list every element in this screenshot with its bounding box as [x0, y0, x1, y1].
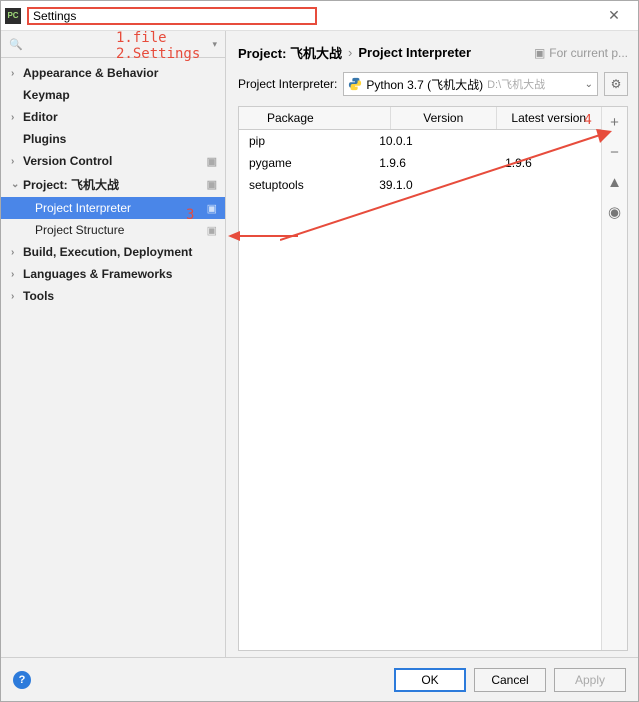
search-icon [9, 37, 27, 51]
table-body: pip 10.0.1 pygame 1.9.6 1.9.6 setuptools… [239, 130, 601, 650]
scope-indicator: ▣For current p... [534, 46, 628, 60]
search-input[interactable] [27, 37, 213, 51]
help-button[interactable]: ? [13, 671, 31, 689]
tree-tools[interactable]: ›Tools [1, 285, 225, 307]
breadcrumb-page: Project Interpreter [358, 45, 471, 60]
python-icon [348, 77, 362, 91]
apply-button[interactable]: Apply [554, 668, 626, 692]
minus-icon: − [610, 144, 619, 161]
col-latest[interactable]: Latest version [497, 107, 601, 129]
search-row: ▾ [1, 31, 225, 58]
tree-lang[interactable]: ›Languages & Frameworks [1, 263, 225, 285]
interpreter-select[interactable]: Python 3.7 (飞机大战) D:\飞机大战 ⌄ [343, 72, 598, 96]
packages-table: Package Version Latest version pip 10.0.… [238, 106, 628, 651]
sidebar: ▾ ›Appearance & Behavior Keymap ›Editor … [1, 31, 226, 657]
interpreter-path: D:\飞机大战 [487, 76, 545, 92]
up-triangle-icon: ▲ [607, 174, 622, 191]
table-row[interactable]: pygame 1.9.6 1.9.6 [239, 152, 601, 174]
ok-button[interactable]: OK [394, 668, 466, 692]
tree-plugins[interactable]: Plugins [1, 128, 225, 150]
table-header: Package Version Latest version [239, 107, 601, 130]
scope-badge-icon: ▣ [534, 46, 545, 60]
tree-editor[interactable]: ›Editor [1, 106, 225, 128]
footer: ? OK Cancel Apply [1, 657, 638, 701]
tree-keymap[interactable]: Keymap [1, 84, 225, 106]
plus-icon: + [610, 114, 619, 131]
gear-button[interactable]: ⚙ [604, 72, 628, 96]
col-version[interactable]: Version [391, 107, 496, 129]
app-icon: PC [5, 8, 21, 24]
breadcrumb: Project: 飞机大战 › Project Interpreter ▣For… [238, 39, 628, 72]
table-row[interactable]: setuptools 39.1.0 [239, 174, 601, 196]
tree-appearance[interactable]: ›Appearance & Behavior [1, 62, 225, 84]
window-title: Settings [27, 7, 317, 25]
tree-project[interactable]: ⌄Project: 飞机大战▣ [1, 172, 225, 197]
add-package-button[interactable]: + [606, 113, 624, 131]
body: ▾ ›Appearance & Behavior Keymap ›Editor … [1, 31, 638, 657]
chevron-down-icon: ⌄ [585, 79, 593, 90]
show-early-button[interactable]: ◉ [606, 203, 624, 221]
tree-project-structure[interactable]: Project Structure▣ [1, 219, 225, 241]
table-area: Package Version Latest version pip 10.0.… [239, 107, 601, 650]
settings-tree: ›Appearance & Behavior Keymap ›Editor Pl… [1, 58, 225, 657]
search-dropdown-icon[interactable]: ▾ [212, 39, 217, 50]
tree-build[interactable]: ›Build, Execution, Deployment [1, 241, 225, 263]
scope-badge-icon: ▣ [207, 178, 217, 191]
remove-package-button[interactable]: − [606, 143, 624, 161]
interpreter-label: Project Interpreter: [238, 77, 337, 91]
upgrade-package-button[interactable]: ▲ [606, 173, 624, 191]
package-tools: + − ▲ ◉ [601, 107, 627, 650]
col-package[interactable]: Package [239, 107, 391, 129]
cancel-button[interactable]: Cancel [474, 668, 546, 692]
main-panel: Project: 飞机大战 › Project Interpreter ▣For… [226, 31, 638, 657]
interpreter-value: Python 3.7 (飞机大战) [366, 76, 483, 93]
settings-window: PC Settings ✕ ▾ ›Appearance & Behavior K… [0, 0, 639, 702]
table-row[interactable]: pip 10.0.1 [239, 130, 601, 152]
eye-icon: ◉ [608, 203, 621, 221]
tree-project-interpreter[interactable]: Project Interpreter▣ [1, 197, 225, 219]
tree-vcs[interactable]: ›Version Control▣ [1, 150, 225, 172]
help-icon: ? [19, 674, 26, 686]
scope-badge-icon: ▣ [207, 155, 217, 168]
scope-badge-icon: ▣ [207, 202, 217, 215]
gear-icon: ⚙ [611, 77, 622, 91]
titlebar: PC Settings ✕ [1, 1, 638, 31]
interpreter-row: Project Interpreter: Python 3.7 (飞机大战) D… [238, 72, 628, 106]
scope-badge-icon: ▣ [207, 224, 217, 237]
close-icon[interactable]: ✕ [594, 2, 634, 30]
breadcrumb-project[interactable]: Project: 飞机大战 [238, 43, 342, 62]
breadcrumb-sep-icon: › [348, 45, 352, 60]
